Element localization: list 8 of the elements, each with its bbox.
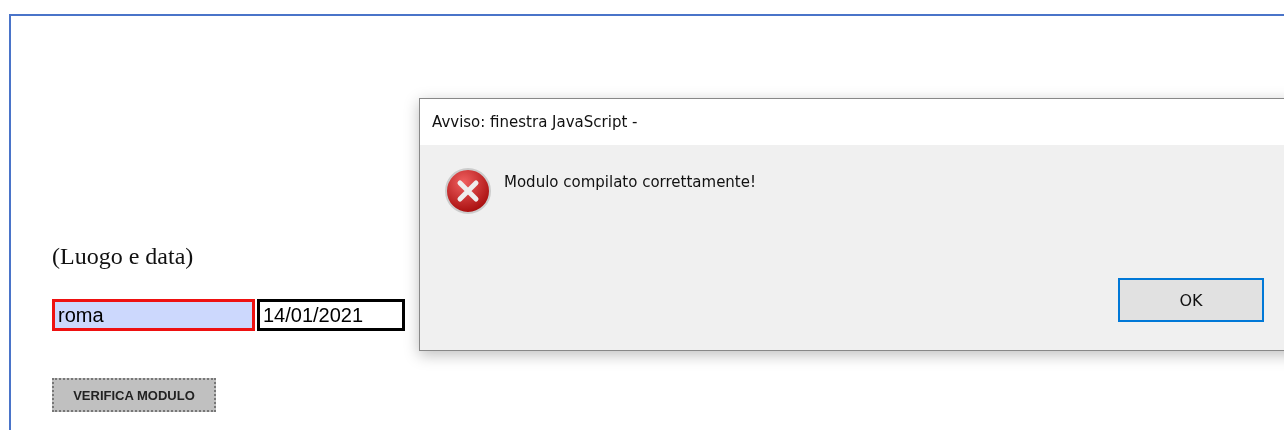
ok-button[interactable]: OK — [1118, 278, 1264, 322]
error-icon — [444, 167, 492, 215]
dialog-message: Modulo compilato correttamente! — [504, 173, 756, 193]
input-field[interactable]: 14/01/2021 — [257, 299, 405, 331]
field-label: (Luogo e data) — [52, 242, 195, 270]
input-field[interactable]: roma — [52, 299, 255, 331]
dialog-title: Avviso: finestra JavaScript - — [432, 113, 638, 131]
verify-button[interactable]: VERIFICA MODULO — [52, 378, 216, 412]
